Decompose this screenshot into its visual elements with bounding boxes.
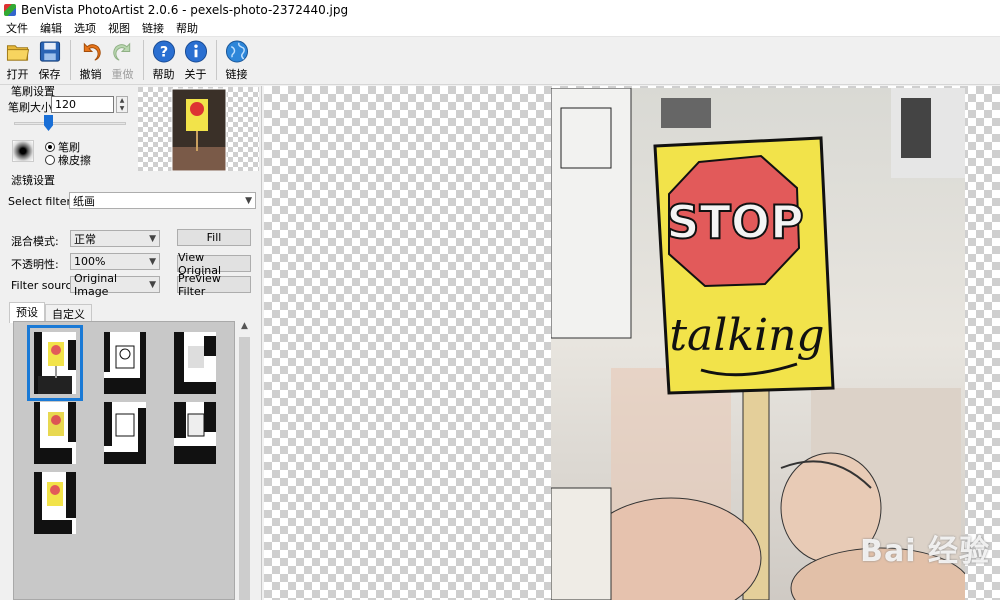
chevron-down-icon: ▼ bbox=[245, 195, 252, 206]
filter-settings-title: 滤镜设置 bbox=[11, 174, 55, 187]
floppy-icon bbox=[39, 41, 60, 62]
image-canvas[interactable]: STOP talking Bai 经验 bbox=[264, 86, 1000, 600]
preset-thumbnail[interactable] bbox=[104, 332, 146, 394]
blend-mode-value: 正常 bbox=[74, 232, 96, 246]
help-button[interactable]: ? 帮助 bbox=[148, 40, 179, 82]
redo-label: 重做 bbox=[111, 68, 134, 81]
open-button[interactable]: 打开 bbox=[2, 40, 33, 82]
menu-view[interactable]: 视图 bbox=[102, 20, 136, 36]
brush-size-input[interactable] bbox=[51, 96, 114, 113]
globe-icon bbox=[225, 40, 248, 63]
link-label: 链接 bbox=[225, 68, 248, 81]
preset-tabs: 预设 自定义 bbox=[9, 302, 92, 323]
link-button[interactable]: 链接 bbox=[221, 40, 252, 82]
brush-size-slider-track[interactable] bbox=[14, 122, 126, 125]
filter-source-value: Original Image bbox=[74, 271, 118, 298]
watermark: Bai 经验 bbox=[860, 534, 990, 569]
radio-selected-icon bbox=[45, 142, 55, 152]
scroll-up-icon[interactable]: ▲ bbox=[236, 321, 253, 335]
eraser-mode-radio[interactable]: 橡皮擦 bbox=[45, 152, 91, 168]
tab-presets[interactable]: 预设 bbox=[9, 302, 45, 323]
spinner-up-icon[interactable]: ▲ bbox=[117, 97, 127, 105]
menu-link[interactable]: 链接 bbox=[136, 20, 170, 36]
redo-button[interactable]: 重做 bbox=[107, 40, 138, 82]
app-icon bbox=[4, 4, 16, 16]
view-original-button[interactable]: View Original bbox=[177, 251, 251, 277]
preset-thumbnail[interactable] bbox=[34, 402, 76, 464]
save-button[interactable]: 保存 bbox=[34, 40, 65, 82]
brush-size-spinner[interactable]: ▲ ▼ bbox=[116, 96, 128, 113]
title-bar: BenVista PhotoArtist 2.0.6 - pexels-phot… bbox=[0, 0, 1000, 20]
preset-thumbnail[interactable] bbox=[104, 402, 146, 464]
chevron-down-icon: ▼ bbox=[149, 279, 156, 290]
menu-edit[interactable]: 编辑 bbox=[34, 20, 68, 36]
opacity-select[interactable]: 100% ▼ bbox=[70, 253, 160, 270]
preset-grid bbox=[13, 321, 235, 600]
brush-size-slider-thumb[interactable] bbox=[44, 115, 53, 131]
preset-thumbnail[interactable] bbox=[174, 402, 216, 464]
toolbar-separator bbox=[70, 40, 71, 80]
scrollbar-thumb[interactable] bbox=[239, 337, 250, 600]
preview-filter-button[interactable]: Preview Filter bbox=[177, 272, 251, 298]
save-label: 保存 bbox=[38, 68, 61, 81]
info-icon bbox=[184, 40, 207, 63]
preset-thumbnail[interactable] bbox=[174, 332, 216, 394]
brush-size-label: 笔刷大小: bbox=[8, 101, 56, 114]
chevron-down-icon: ▼ bbox=[149, 256, 156, 267]
preset-thumbnail[interactable] bbox=[27, 325, 83, 401]
window-title: BenVista PhotoArtist 2.0.6 - pexels-phot… bbox=[21, 3, 349, 17]
preset-scrollbar[interactable]: ▲ bbox=[236, 321, 253, 600]
menu-options[interactable]: 选项 bbox=[68, 20, 102, 36]
sign-talking-text: talking bbox=[669, 310, 824, 361]
filter-select[interactable]: 纸画 ▼ bbox=[69, 192, 256, 209]
svg-text:?: ? bbox=[159, 44, 167, 60]
opacity-label: 不透明性: bbox=[11, 258, 59, 271]
blend-mode-select[interactable]: 正常 ▼ bbox=[70, 230, 160, 247]
toolbar: 打开 保存 撤销 重做 ? 帮助 关于 链接 bbox=[0, 37, 1000, 85]
help-icon: ? bbox=[152, 40, 175, 63]
sign-stop-text: STOP bbox=[666, 195, 803, 249]
radio-icon bbox=[45, 155, 55, 165]
blend-mode-label: 混合模式: bbox=[11, 235, 59, 248]
filter-source-select[interactable]: Original Image ▼ bbox=[70, 272, 160, 298]
about-button[interactable]: 关于 bbox=[180, 40, 211, 82]
undo-icon bbox=[83, 42, 101, 61]
settings-panel: 笔刷设置 笔刷大小: ▲ ▼ 笔刷 橡皮擦 滤镜设置 Select filter… bbox=[0, 85, 262, 600]
opacity-value: 100% bbox=[74, 255, 106, 268]
about-label: 关于 bbox=[184, 68, 207, 81]
eraser-mode-label: 橡皮擦 bbox=[58, 154, 91, 167]
navigator-thumbnail[interactable] bbox=[138, 87, 259, 171]
toolbar-separator bbox=[216, 40, 217, 80]
preset-thumbnail[interactable] bbox=[34, 472, 76, 534]
redo-icon bbox=[112, 42, 130, 61]
menu-help[interactable]: 帮助 bbox=[170, 20, 204, 36]
filter-select-value: 纸画 bbox=[73, 194, 95, 208]
undo-button[interactable]: 撤销 bbox=[75, 40, 106, 82]
photo-image: STOP talking bbox=[551, 88, 965, 600]
folder-icon bbox=[6, 45, 29, 61]
open-label: 打开 bbox=[6, 68, 29, 81]
toolbar-separator bbox=[143, 40, 144, 80]
brush-preview bbox=[12, 140, 34, 162]
fill-button[interactable]: Fill bbox=[177, 229, 251, 246]
help-label: 帮助 bbox=[152, 68, 175, 81]
chevron-down-icon: ▼ bbox=[149, 233, 156, 244]
select-filter-label: Select filter: bbox=[8, 195, 75, 208]
spinner-down-icon[interactable]: ▼ bbox=[117, 105, 127, 113]
menu-file[interactable]: 文件 bbox=[0, 20, 34, 36]
menu-bar: 文件 编辑 选项 视图 链接 帮助 bbox=[0, 20, 1000, 37]
undo-label: 撤销 bbox=[79, 68, 102, 81]
brush-settings-title: 笔刷设置 bbox=[11, 85, 55, 98]
